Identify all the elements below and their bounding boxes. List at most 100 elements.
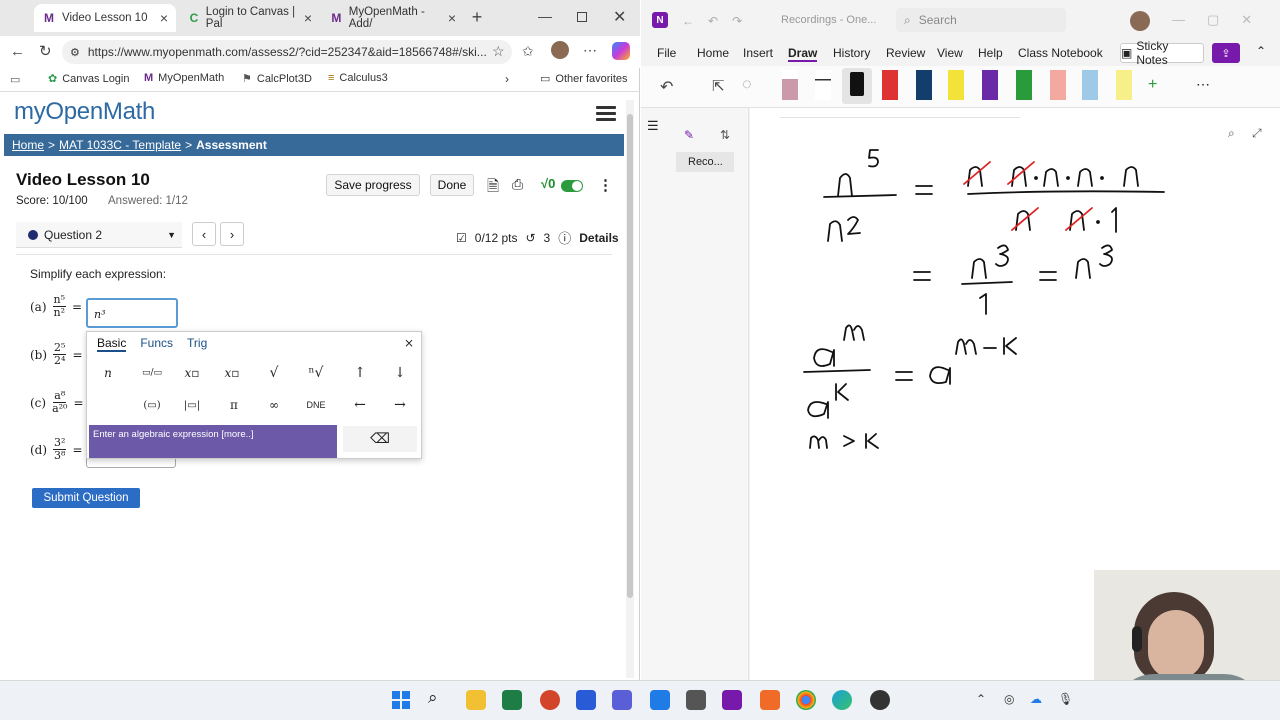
minimize-icon[interactable]: — (1172, 12, 1185, 28)
mic-icon[interactable]: 🎙 (1058, 692, 1073, 706)
add-page-icon[interactable]: ✎ (684, 128, 694, 142)
word-icon[interactable] (576, 690, 596, 710)
hamburger-menu-icon[interactable] (596, 106, 616, 122)
undo-icon[interactable]: ↶ (660, 77, 673, 97)
reload-icon[interactable]: ↻ (39, 42, 52, 60)
powerpoint-icon[interactable] (540, 690, 560, 710)
done-button[interactable]: Done (430, 174, 474, 196)
favorites-icon[interactable]: ✩ (522, 43, 534, 60)
menu-help[interactable]: Help (978, 46, 1003, 60)
key-nthroot[interactable]: ⁿ√ (299, 360, 333, 386)
backspace-key[interactable]: ⌫ (343, 426, 417, 452)
menu-view[interactable]: View (937, 46, 963, 60)
key-up-arrow[interactable]: ↑ (343, 360, 377, 386)
fav-myopenmath[interactable]: M MyOpenMath (144, 72, 224, 84)
myopenmath-logo[interactable]: myOpenMath (14, 98, 155, 126)
site-info-icon[interactable]: ⚙ (70, 46, 80, 59)
kebab-menu-icon[interactable]: ⋮ (598, 176, 613, 194)
save-progress-button[interactable]: Save progress (326, 174, 420, 196)
tray-chevron-icon[interactable]: ⌃ (976, 692, 986, 706)
breadcrumb-home[interactable]: Home (12, 138, 44, 152)
key-fraction[interactable]: ▭/▭ (135, 360, 169, 386)
details-link[interactable]: Details (579, 231, 618, 245)
eraser-tool[interactable] (782, 70, 798, 100)
tab-myopenmath-add[interactable]: M MyOpenMath - Add/ × (322, 4, 464, 32)
maximize-icon[interactable] (577, 12, 587, 22)
question-select[interactable]: Question 2 ▼ (16, 222, 182, 248)
tab-funcs[interactable]: Funcs (140, 336, 173, 352)
palette-close-icon[interactable]: × (399, 334, 419, 352)
key-pi[interactable]: π (217, 392, 251, 418)
outlook-icon[interactable] (650, 690, 670, 710)
key-left-arrow[interactable]: ← (343, 392, 377, 418)
search-field[interactable]: ⌕ Search (896, 8, 1066, 32)
tab-basic[interactable]: Basic (97, 336, 127, 352)
pen-lightblue[interactable] (1082, 70, 1098, 100)
key-dne[interactable]: DNE (299, 392, 333, 418)
obs-icon[interactable] (870, 690, 890, 710)
key-n[interactable]: n (91, 360, 125, 386)
print-icon[interactable]: ⎙ (512, 176, 523, 193)
key-right-arrow[interactable]: → (383, 392, 417, 418)
sidebar-toggle-icon[interactable]: ▭ (10, 73, 20, 86)
pen-tool-black-selected[interactable] (842, 68, 872, 104)
menu-class-notebook[interactable]: Class Notebook (1018, 46, 1103, 60)
key-abs[interactable]: |▭| (175, 392, 209, 418)
lasso-icon[interactable]: ◌ (742, 76, 752, 94)
key-power[interactable]: x▫ (175, 360, 209, 386)
close-window-icon[interactable]: ✕ (1241, 12, 1252, 28)
key-subscript[interactable]: x▫ (215, 360, 249, 386)
pen-lightyellow[interactable] (1116, 70, 1132, 100)
fav-calculus3[interactable]: ≡ Calculus3 (328, 72, 388, 84)
more-tools-icon[interactable]: ⋯ (1196, 76, 1210, 93)
pen-green[interactable] (1016, 70, 1032, 100)
favorite-star-icon[interactable]: ☆ (492, 43, 505, 60)
minimize-icon[interactable]: — (538, 8, 552, 24)
chevron-right-icon[interactable]: › (505, 72, 509, 86)
close-tab-icon[interactable]: × (160, 10, 168, 26)
close-tab-icon[interactable]: × (304, 10, 312, 26)
fav-canvas-login[interactable]: ✿ Canvas Login (48, 72, 130, 86)
menu-history[interactable]: History (833, 46, 870, 60)
page-scrollbar[interactable] (626, 100, 634, 678)
user-avatar[interactable] (1130, 11, 1150, 31)
chrome-icon[interactable] (796, 690, 816, 710)
answer-input-a[interactable]: n³ (86, 298, 178, 328)
menu-file[interactable]: File (657, 46, 676, 60)
maximize-icon[interactable]: ▢ (1207, 12, 1219, 28)
prev-question-button[interactable]: ‹ (192, 222, 216, 246)
profile-avatar[interactable] (551, 41, 569, 59)
search-icon[interactable]: ⌕ (428, 688, 438, 708)
select-cursor-icon[interactable]: ⇱ (712, 77, 725, 95)
brave-icon[interactable] (760, 690, 780, 710)
key-sqrt[interactable]: √ (257, 360, 291, 386)
math-toggle[interactable]: √0 (541, 176, 585, 193)
fav-calcplot3d[interactable]: ⚑ CalcPlot3D (242, 72, 312, 86)
ribbon-collapse-icon[interactable]: ⌃ (1256, 44, 1266, 58)
edge-icon[interactable] (832, 690, 852, 710)
close-window-icon[interactable]: ✕ (613, 7, 626, 27)
sticky-notes-button[interactable]: ▣ Sticky Notes (1120, 39, 1204, 67)
snipping-tool-icon[interactable] (686, 690, 706, 710)
teams-icon[interactable] (612, 690, 632, 710)
document-icon[interactable]: 🗎 (487, 176, 499, 201)
tab-canvas-login[interactable]: C Login to Canvas | Pal × (180, 4, 320, 32)
back-icon[interactable]: ← (10, 43, 25, 60)
share-icon[interactable]: ⇪ (1212, 43, 1240, 63)
key-down-arrow[interactable]: ↓ (383, 360, 417, 386)
onedrive-icon[interactable]: ☁ (1030, 692, 1042, 706)
breadcrumb-course[interactable]: MAT 1033C - Template (59, 138, 181, 152)
pen-purple[interactable] (982, 70, 998, 100)
menu-draw[interactable]: Draw (788, 46, 818, 62)
menu-home[interactable]: Home (697, 46, 729, 60)
url-field[interactable]: ⚙ https://www.myopenmath.com/assess2/?ci… (62, 40, 512, 64)
add-pen-icon[interactable]: + (1148, 76, 1157, 94)
other-favorites[interactable]: ▭ Other favorites (540, 72, 628, 86)
pen-pink[interactable] (1050, 70, 1066, 100)
menu-review[interactable]: Review (886, 46, 925, 60)
pen-red[interactable] (882, 70, 898, 100)
page-list-item[interactable]: Reco... (676, 152, 734, 172)
navigation-toggle-icon[interactable]: ☰ (647, 118, 659, 134)
file-explorer-icon[interactable] (466, 690, 486, 710)
tab-trig[interactable]: Trig (187, 336, 207, 352)
